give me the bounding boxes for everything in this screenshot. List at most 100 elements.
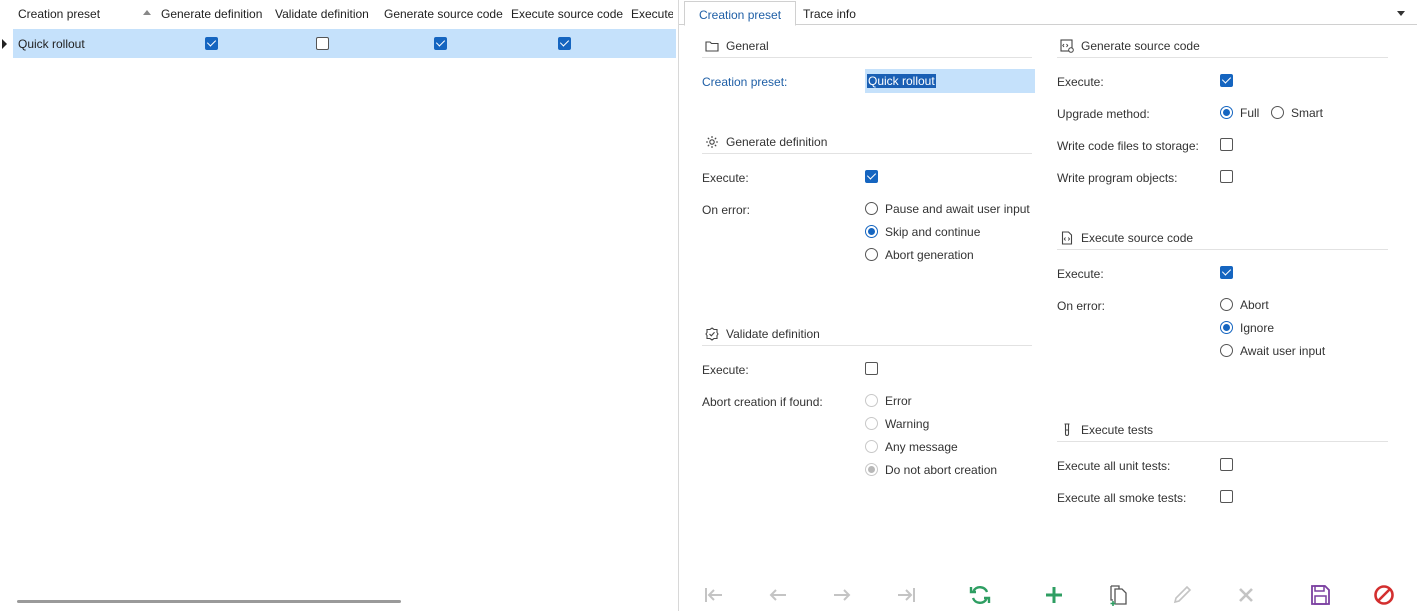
tab-bar: Creation preset Trace info [679, 0, 1417, 26]
row-preset-name: Quick rollout [18, 37, 85, 51]
tests-unit-label: Execute all unit tests: [1057, 459, 1171, 473]
tab-creation-preset[interactable]: Creation preset [684, 1, 797, 26]
tests-smoke-checkbox[interactable] [1220, 490, 1233, 503]
code-file-icon [1061, 231, 1073, 245]
val-def-any-message-radio[interactable] [865, 440, 878, 453]
col-validate-definition[interactable]: Validate definition [275, 7, 369, 21]
gen-src-full-radio[interactable] [1220, 106, 1233, 119]
gen-src-write-objects-label: Write program objects: [1057, 171, 1178, 185]
first-icon [705, 588, 722, 602]
add-button[interactable] [1042, 583, 1066, 607]
creation-preset-value: Quick rollout [867, 74, 936, 88]
gen-src-smart-label: Smart [1291, 106, 1324, 120]
exec-src-execute-checkbox[interactable] [1220, 266, 1233, 279]
row-generate-source-code-checkbox[interactable] [434, 37, 447, 50]
table-row[interactable]: Quick rollout [13, 29, 676, 58]
grid-header: Creation preset Generate definition Vali… [0, 0, 678, 28]
val-def-warning-radio[interactable] [865, 417, 878, 430]
next-icon [834, 589, 851, 601]
section-divider [1057, 441, 1388, 442]
col-generate-source-code[interactable]: Generate source code [384, 7, 503, 21]
copy-button[interactable] [1107, 583, 1131, 607]
gen-src-write-files-label: Write code files to storage: [1057, 139, 1199, 153]
folder-icon [705, 41, 719, 52]
exec-src-ignore-radio[interactable] [1220, 321, 1233, 334]
gen-def-pause-label: Pause and await user input [885, 202, 1030, 216]
exec-src-await-label: Await user input [1240, 344, 1326, 358]
col-execute[interactable]: Execute [631, 7, 673, 21]
val-def-do-not-abort-label: Do not abort creation [885, 463, 998, 477]
exec-src-on-error-label: On error: [1057, 299, 1106, 313]
section-divider [1057, 249, 1388, 250]
gen-src-upgrade-label: Upgrade method: [1057, 107, 1150, 121]
gen-def-skip-label: Skip and continue [885, 225, 981, 239]
gen-src-execute-checkbox[interactable] [1220, 74, 1233, 87]
refresh-icon [969, 586, 991, 604]
gen-def-abort-label: Abort generation [885, 248, 974, 262]
section-title-execute-source-code: Execute source code [1081, 231, 1194, 245]
current-row-indicator-icon [2, 39, 7, 49]
gen-def-on-error-label: On error: [702, 203, 751, 217]
previous-record-button[interactable] [766, 583, 790, 607]
val-def-do-not-abort-radio[interactable] [865, 463, 878, 476]
exec-src-await-radio[interactable] [1220, 344, 1233, 357]
exec-src-abort-radio[interactable] [1220, 298, 1233, 311]
horizontal-scrollbar[interactable] [17, 600, 401, 603]
col-generate-definition[interactable]: Generate definition [161, 7, 262, 21]
section-title-execute-tests: Execute tests [1081, 423, 1154, 437]
tab-menu-chevron-down-icon[interactable] [1397, 11, 1405, 16]
val-def-execute-label: Execute: [702, 363, 749, 377]
app-window: Creation preset Generate definition Vali… [0, 0, 1417, 611]
gen-src-full-label: Full [1240, 106, 1260, 120]
first-record-button[interactable] [702, 583, 726, 607]
save-button[interactable] [1308, 583, 1332, 607]
edit-button[interactable] [1170, 583, 1194, 607]
gear-icon [706, 136, 718, 148]
val-def-any-message-label: Any message [885, 440, 958, 454]
val-def-error-radio[interactable] [865, 394, 878, 407]
code-gear-icon [1060, 39, 1074, 53]
section-title-generate-definition: Generate definition [726, 135, 828, 149]
col-creation-preset[interactable]: Creation preset [18, 7, 100, 21]
tab-trace-info[interactable]: Trace info [789, 1, 870, 26]
gen-def-pause-radio[interactable] [865, 202, 878, 215]
gen-src-write-files-checkbox[interactable] [1220, 138, 1233, 151]
tests-unit-checkbox[interactable] [1220, 458, 1233, 471]
val-def-warning-label: Warning [885, 417, 930, 431]
val-def-abort-label: Abort creation if found: [702, 395, 823, 409]
detail-panel: Creation preset Trace info General Creat… [679, 0, 1417, 611]
exec-src-abort-label: Abort [1240, 298, 1269, 312]
delete-button[interactable] [1234, 583, 1258, 607]
section-divider [702, 57, 1032, 58]
gen-def-execute-checkbox[interactable] [865, 170, 878, 183]
gen-def-skip-radio[interactable] [865, 225, 878, 238]
refresh-button[interactable] [968, 583, 992, 607]
creation-preset-label: Creation preset: [702, 75, 788, 89]
cancel-button[interactable] [1372, 583, 1396, 607]
tests-smoke-label: Execute all smoke tests: [1057, 491, 1187, 505]
gen-src-smart-radio[interactable] [1271, 106, 1284, 119]
row-execute-source-code-checkbox[interactable] [558, 37, 571, 50]
last-icon [898, 588, 915, 602]
section-title-generate-source-code: Generate source code [1081, 39, 1200, 53]
creation-preset-input[interactable]: Quick rollout [865, 69, 1035, 93]
last-record-button[interactable] [894, 583, 918, 607]
section-divider [702, 153, 1032, 154]
cancel-icon [1374, 585, 1394, 605]
next-record-button[interactable] [830, 583, 854, 607]
section-title-validate-definition: Validate definition [726, 327, 820, 341]
gen-src-write-objects-checkbox[interactable] [1220, 170, 1233, 183]
exec-src-ignore-label: Ignore [1240, 321, 1275, 335]
col-execute-source-code[interactable]: Execute source code [511, 7, 623, 21]
section-divider [1057, 57, 1388, 58]
row-generate-definition-checkbox[interactable] [205, 37, 218, 50]
preset-grid: Creation preset Generate definition Vali… [0, 0, 678, 611]
gen-src-execute-label: Execute: [1057, 75, 1104, 89]
gen-def-abort-radio[interactable] [865, 248, 878, 261]
delete-icon [1239, 588, 1253, 602]
copy-icon [1110, 585, 1127, 606]
val-def-execute-checkbox[interactable] [865, 362, 878, 375]
save-icon [1311, 585, 1330, 605]
row-validate-definition-checkbox[interactable] [316, 37, 329, 50]
gen-def-execute-label: Execute: [702, 171, 749, 185]
